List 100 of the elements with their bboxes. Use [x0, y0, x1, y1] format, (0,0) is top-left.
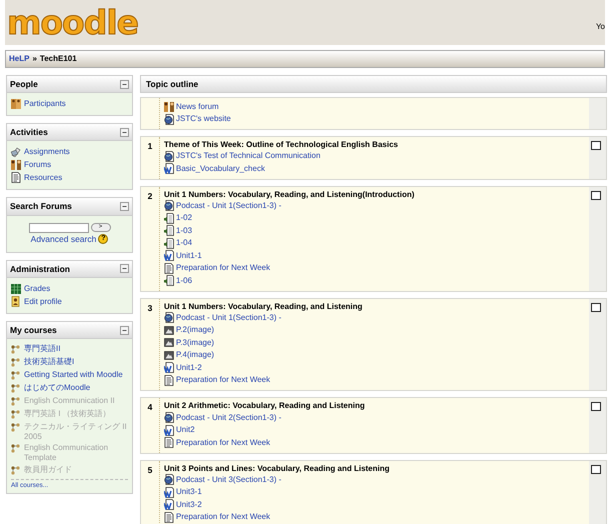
image-icon: [164, 337, 174, 348]
highlight-toggle[interactable]: [591, 141, 601, 150]
resource-link[interactable]: JSTC's Test of Technical Communication: [164, 150, 586, 162]
breadcrumb-text: »: [32, 54, 37, 64]
section-title: Unit 1 Numbers: Vocabulary, Reading, and Listening: [164, 302, 364, 312]
people-icon: [11, 98, 21, 110]
section-side-panel: [589, 98, 606, 130]
block-title: People: [10, 79, 38, 90]
collapse-icon[interactable]: [120, 202, 129, 211]
highlight-toggle[interactable]: [591, 464, 601, 474]
resource-link[interactable]: P.2(image): [164, 324, 586, 336]
resource-link[interactable]: Preparation for Next Week: [164, 512, 586, 523]
course-icon: [11, 464, 21, 476]
web-page-icon: [164, 150, 174, 162]
word-document-icon: [164, 486, 174, 498]
resource-link[interactable]: Preparation for Next Week: [164, 262, 586, 274]
breadcrumb-link[interactable]: HeLP: [9, 54, 30, 64]
course-link[interactable]: Getting Started with Moodle: [24, 370, 123, 380]
collapse-icon[interactable]: [120, 326, 129, 335]
section-title: Unit 2 Arithmetic: Vocabulary, Reading and Listening: [164, 401, 366, 412]
resource-link[interactable]: Unit1-1: [164, 250, 586, 262]
assignment-icon: [11, 146, 21, 158]
course-link[interactable]: はじめてのMoodle: [24, 383, 90, 393]
course-icon: [11, 443, 21, 454]
section-number: 2: [148, 190, 152, 201]
block-title: Activities: [10, 127, 48, 138]
resource-link[interactable]: News forum: [164, 101, 586, 112]
audio-file-icon: [164, 225, 174, 236]
sidebar-link[interactable]: Assignments: [11, 146, 128, 158]
section-title: Unit 1 Numbers: Vocabulary, Reading, and Listening(Introduction): [164, 190, 416, 200]
image-icon: [164, 324, 174, 336]
document-icon: [164, 374, 174, 386]
resource-link[interactable]: Unit3-2: [164, 499, 586, 510]
resource-link[interactable]: P.3(image): [164, 337, 586, 348]
resource-link[interactable]: 1-06: [164, 275, 586, 286]
grades-icon: [11, 282, 21, 294]
advanced-search-link[interactable]: Advanced search: [30, 234, 96, 244]
section-title: Unit 3 Points and Lines: Vocabulary, Reading and Listening: [164, 464, 391, 474]
document-icon: [164, 512, 174, 523]
course-icon: [11, 357, 21, 368]
word-document-icon: [164, 362, 174, 374]
resource-link[interactable]: Unit3-1: [164, 486, 586, 498]
sidebar-link[interactable]: Forums: [11, 159, 128, 170]
sidebar-link[interactable]: Participants: [11, 98, 128, 110]
word-document-icon: [164, 424, 174, 436]
course-icon: [11, 422, 21, 434]
resource-link[interactable]: Preparation for Next Week: [164, 437, 586, 448]
sidebar-link[interactable]: Grades: [11, 282, 128, 294]
section-title: Theme of This Week: Outline of Technological English Basics: [164, 140, 399, 150]
resource-link[interactable]: Podcast - Unit 1(Section1-3) -: [164, 312, 586, 324]
highlight-toggle[interactable]: [591, 190, 601, 200]
audio-file-icon: [164, 275, 174, 286]
section-number: 3: [148, 302, 152, 313]
collapse-icon[interactable]: [120, 264, 129, 274]
audio-file-icon: [164, 212, 174, 224]
resource-link[interactable]: 1-02: [164, 212, 586, 224]
section-heading: Topic outline: [140, 75, 607, 94]
web-page-icon: [164, 412, 174, 424]
document-icon: [11, 172, 21, 184]
block-title: Search Forums: [10, 201, 72, 212]
web-page-icon: [164, 200, 174, 212]
word-document-icon: [164, 163, 174, 174]
login-text: Yo: [596, 21, 605, 32]
document-icon: [164, 262, 174, 274]
resource-link[interactable]: Podcast - Unit 1(Section1-3) -: [164, 200, 586, 212]
profile-card-icon: [11, 296, 21, 307]
highlight-toggle[interactable]: [591, 302, 601, 312]
course-link[interactable]: 専門英語II: [24, 344, 60, 354]
resource-link[interactable]: 1-04: [164, 238, 586, 249]
resource-link[interactable]: Podcast - Unit 3(Section1-3) -: [164, 474, 586, 486]
course-icon: [11, 370, 21, 382]
resource-link[interactable]: JSTC's website: [164, 114, 586, 125]
word-document-icon: [164, 499, 174, 510]
forum-icon: [11, 159, 21, 170]
web-page-icon: [164, 312, 174, 324]
resource-link[interactable]: Basic_Vocabulary_check: [164, 163, 586, 174]
breadcrumb-text: TechE101: [40, 54, 77, 64]
search-field[interactable]: [28, 222, 88, 233]
block-title: My courses: [10, 324, 57, 336]
resource-link[interactable]: P.4(image): [164, 350, 586, 361]
audio-file-icon: [164, 238, 174, 249]
resource-link[interactable]: Podcast - Unit 2(Section1-3) -: [164, 412, 586, 424]
highlight-toggle[interactable]: [591, 402, 601, 412]
web-page-icon: [164, 114, 174, 125]
resource-link[interactable]: Unit1-2: [164, 362, 586, 374]
course-icon: [11, 383, 21, 394]
document-icon: [164, 437, 174, 448]
resource-link[interactable]: 1-03: [164, 225, 586, 236]
collapse-icon[interactable]: [120, 80, 129, 89]
course-link[interactable]: 技術英語基礎I: [24, 357, 74, 367]
course-icon: [11, 344, 21, 356]
resource-link[interactable]: Unit2: [164, 424, 586, 436]
course-icon: [11, 396, 21, 408]
forum-icon: [164, 101, 174, 112]
sidebar-link[interactable]: Resources: [11, 172, 128, 184]
resource-link[interactable]: Preparation for Next Week: [164, 374, 586, 386]
sidebar-link[interactable]: Edit profile: [11, 296, 128, 307]
web-page-icon: [164, 474, 174, 486]
section-number: 1: [148, 141, 152, 152]
collapse-icon[interactable]: [120, 128, 129, 137]
